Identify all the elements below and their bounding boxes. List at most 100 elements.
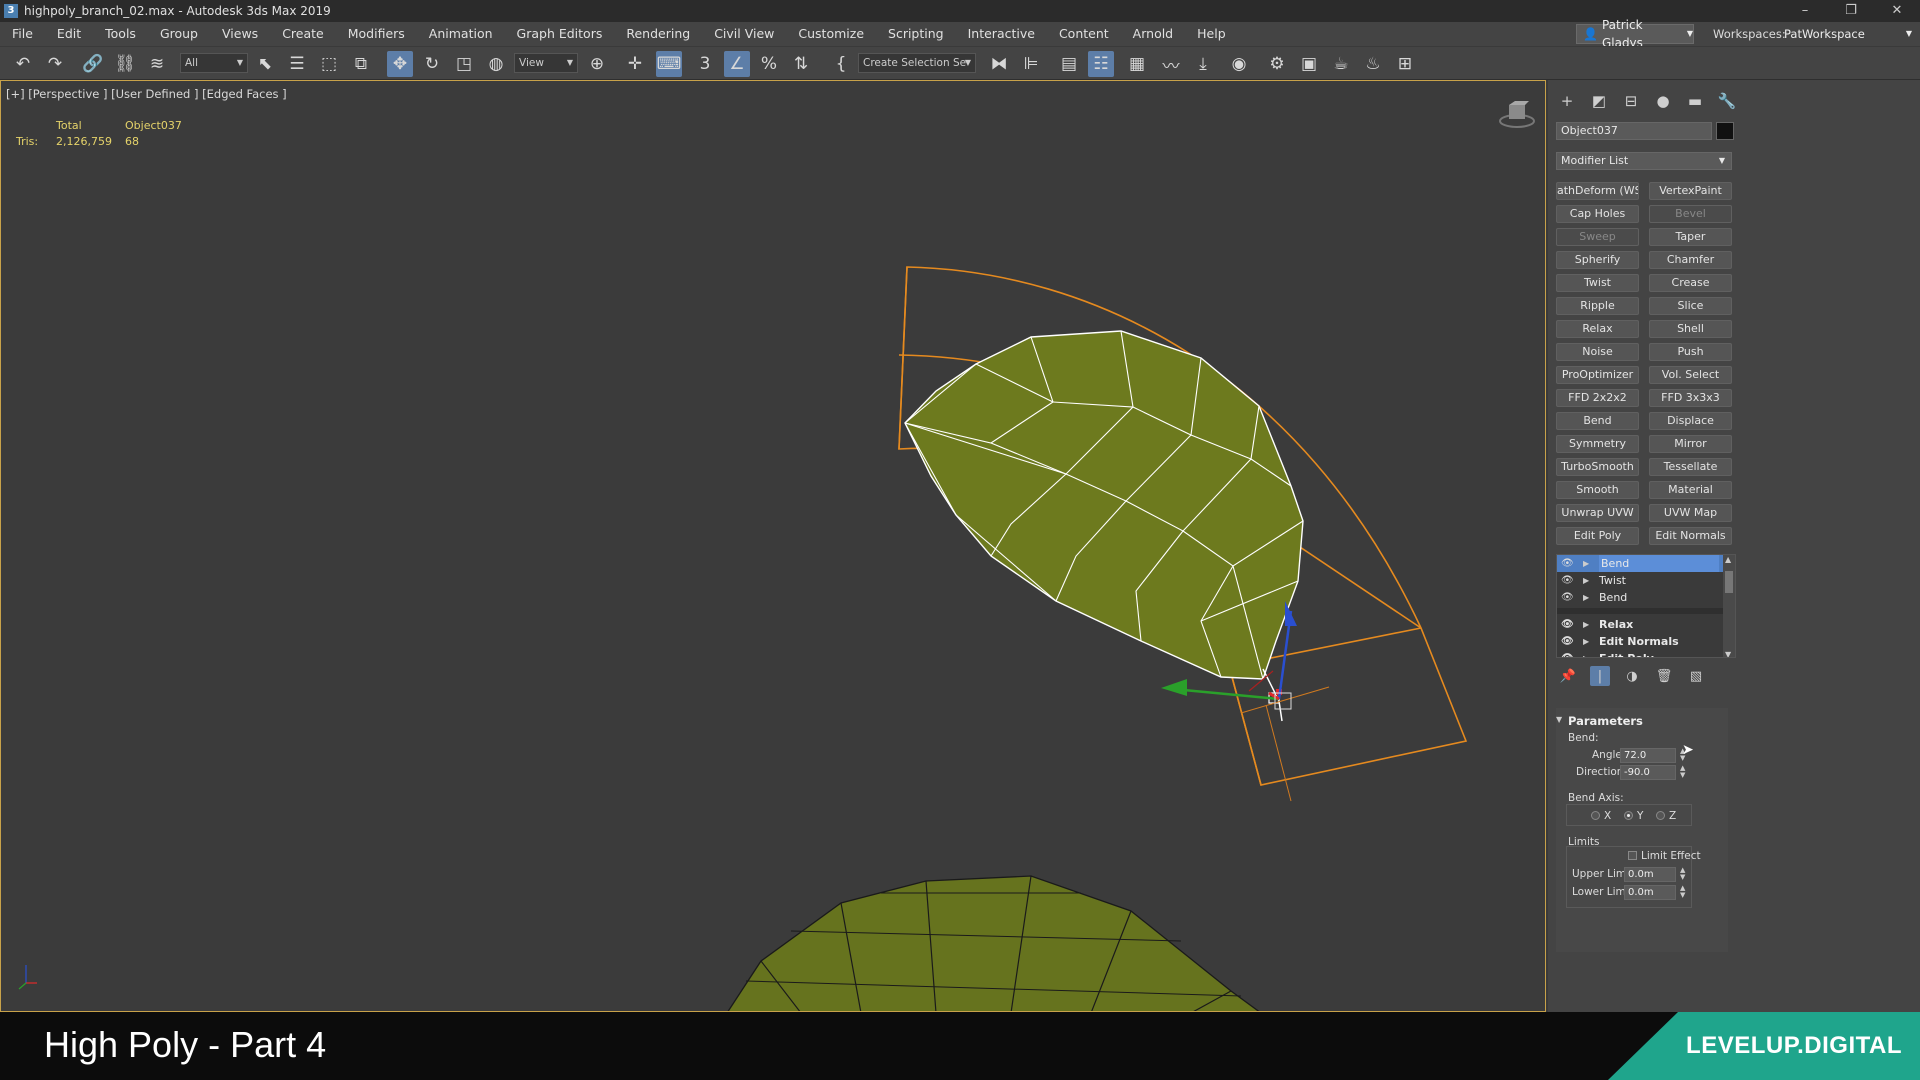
modifier-stack-item[interactable]: 👁 ▶ Twist [1557, 572, 1735, 589]
modifier-button-sweep[interactable]: Sweep [1556, 228, 1639, 246]
rect-selection-region-icon[interactable]: ⬚ [316, 51, 342, 77]
menu-create[interactable]: Create [270, 22, 336, 46]
expand-arrow-icon[interactable]: ▶ [1583, 650, 1589, 657]
menu-group[interactable]: Group [148, 22, 210, 46]
object-name-field[interactable]: Object037 [1556, 122, 1712, 140]
configure-modifier-sets-icon[interactable]: ▧ [1686, 666, 1706, 686]
menu-help[interactable]: Help [1185, 22, 1238, 46]
select-scale-icon[interactable]: ◳ [451, 51, 477, 77]
modifier-button-smooth[interactable]: Smooth [1556, 481, 1639, 499]
spinner-snap-icon[interactable]: ⇅ [788, 51, 814, 77]
workspace-dropdown[interactable]: PatWorkspace ▼ [1780, 24, 1916, 44]
select-place-icon[interactable]: ◍ [483, 51, 509, 77]
close-button[interactable]: ✕ [1874, 0, 1920, 22]
modifier-button-relax[interactable]: Relax [1556, 320, 1639, 338]
lower-limit-input[interactable]: 0.0m [1624, 885, 1676, 900]
modifier-button-bevel[interactable]: Bevel [1649, 205, 1732, 223]
modifier-button-symmetry[interactable]: Symmetry [1556, 435, 1639, 453]
modifier-button-mirror[interactable]: Mirror [1649, 435, 1732, 453]
modifier-stack-item[interactable]: 👁 ▶ Relax [1557, 616, 1735, 633]
modifier-stack-item[interactable]: 👁 ▶ Edit Normals [1557, 633, 1735, 650]
unlink-icon[interactable]: ⛓ [112, 51, 138, 77]
upper-limit-spinner[interactable]: ▲ ▼ [1680, 867, 1685, 881]
modifier-button-prooptimizer[interactable]: ProOptimizer [1556, 366, 1639, 384]
render-iterative-icon[interactable]: ♨ [1360, 51, 1386, 77]
parameters-title[interactable]: Parameters [1568, 714, 1643, 728]
upper-limit-input[interactable]: 0.0m [1624, 867, 1676, 882]
curve-editor-icon[interactable]: 〰 [1158, 51, 1184, 77]
percent-snap-icon[interactable]: % [756, 51, 782, 77]
scrollbar-thumb[interactable] [1725, 571, 1733, 593]
limit-effect-checkbox[interactable] [1628, 851, 1637, 860]
expand-arrow-icon[interactable]: ▶ [1583, 572, 1589, 589]
modifier-button-bend[interactable]: Bend [1556, 412, 1639, 430]
scroll-up-icon[interactable]: ▲ [1725, 555, 1731, 564]
schematic-view-icon[interactable]: ⤓ [1190, 51, 1216, 77]
menu-arnold[interactable]: Arnold [1121, 22, 1185, 46]
menu-edit[interactable]: Edit [45, 22, 93, 46]
select-move-icon[interactable]: ✥ [387, 51, 413, 77]
modifier-button-tessellate[interactable]: Tessellate [1649, 458, 1732, 476]
menu-customize[interactable]: Customize [786, 22, 876, 46]
angle-snap-icon[interactable]: ∠ [724, 51, 750, 77]
bind-space-warp-icon[interactable]: ≋ [144, 51, 170, 77]
window-crossing-icon[interactable]: ⧉ [348, 51, 374, 77]
modifier-button-spherify[interactable]: Spherify [1556, 251, 1639, 269]
modifier-button-ripple[interactable]: Ripple [1556, 297, 1639, 315]
reference-coordinate-dropdown[interactable]: View ▼ [514, 53, 578, 73]
named-selection-sets-dropdown[interactable]: Create Selection Se ▼ [858, 53, 976, 73]
pin-stack-icon[interactable]: 📌 [1558, 666, 1578, 686]
modifier-stack-scrollbar[interactable]: ▲ ▼ [1723, 555, 1735, 657]
modify-tab-icon[interactable]: ◩ [1588, 90, 1610, 112]
rollout-collapse-icon[interactable]: ▼ [1556, 715, 1562, 724]
eye-icon[interactable]: 👁 [1561, 589, 1574, 606]
expand-arrow-icon[interactable]: ▶ [1583, 616, 1589, 633]
display-tab-icon[interactable]: ▬ [1684, 90, 1706, 112]
modifier-stack[interactable]: 👁 ▶ Bend 👁 ▶ Twist 👁 ▶ Bend 👁 ▶ Relax 👁 ▶ Edit Normals… [1556, 554, 1736, 658]
modifier-button-crease[interactable]: Crease [1649, 274, 1732, 292]
angle-input[interactable]: 72.0 [1620, 748, 1676, 763]
link-icon[interactable]: 🔗 [80, 51, 106, 77]
restore-button[interactable]: ❐ [1828, 0, 1874, 22]
select-rotate-icon[interactable]: ↻ [419, 51, 445, 77]
perspective-viewport[interactable]: [+] [Perspective ] [User Defined ] [Edge… [0, 80, 1546, 1012]
layer-explorer-icon[interactable]: ☷ [1088, 51, 1114, 77]
modifier-button-cap-holes[interactable]: Cap Holes [1556, 205, 1639, 223]
axis-y-radio[interactable] [1624, 811, 1633, 820]
menu-file[interactable]: File [0, 22, 45, 46]
direction-spinner[interactable]: ▲ ▼ [1680, 765, 1685, 779]
modifier-button-slice[interactable]: Slice [1649, 297, 1732, 315]
modifier-button-twist[interactable]: Twist [1556, 274, 1639, 292]
modifier-button-unwrap-uvw[interactable]: Unwrap UVW [1556, 504, 1639, 522]
eye-icon[interactable]: 👁 [1561, 555, 1574, 572]
menu-tools[interactable]: Tools [93, 22, 148, 46]
menu-interactive[interactable]: Interactive [956, 22, 1047, 46]
modifier-button-edit-poly[interactable]: Edit Poly [1556, 527, 1639, 545]
menu-rendering[interactable]: Rendering [614, 22, 702, 46]
undo-icon[interactable]: ↶ [10, 51, 36, 77]
modifier-button-noise[interactable]: Noise [1556, 343, 1639, 361]
expand-arrow-icon[interactable]: ▶ [1583, 633, 1589, 650]
rendered-frame-window-icon[interactable]: ▣ [1296, 51, 1322, 77]
modifier-button-uvw-map[interactable]: UVW Map [1649, 504, 1732, 522]
snaps-toggle-icon[interactable]: 3 [692, 51, 718, 77]
render-production-icon[interactable]: ☕ [1328, 51, 1354, 77]
align-icon[interactable]: ⊫ [1018, 51, 1044, 77]
direction-input[interactable]: -90.0 [1620, 765, 1676, 780]
select-object-icon[interactable]: ⬉ [252, 51, 278, 77]
modifier-button-athdeform-wsm[interactable]: athDeform (WSM [1556, 182, 1639, 200]
modifier-button-taper[interactable]: Taper [1649, 228, 1732, 246]
eye-icon[interactable]: 👁 [1561, 633, 1574, 650]
create-tab-plus-icon[interactable]: + [1556, 90, 1578, 112]
viewcube-icon[interactable] [1497, 95, 1537, 135]
modifier-button-chamfer[interactable]: Chamfer [1649, 251, 1732, 269]
render-in-cloud-icon[interactable]: ⊞ [1392, 51, 1418, 77]
select-manipulate-icon[interactable]: ✛ [622, 51, 648, 77]
make-unique-icon[interactable]: ◑ [1622, 666, 1642, 686]
menu-scripting[interactable]: Scripting [876, 22, 956, 46]
modifier-button-ffd-2x2x2[interactable]: FFD 2x2x2 [1556, 389, 1639, 407]
modifier-stack-item[interactable]: 👁 ▶ Bend [1557, 589, 1735, 606]
modifier-button-ffd-3x3x3[interactable]: FFD 3x3x3 [1649, 389, 1732, 407]
toggle-ribbon-icon[interactable]: ▦ [1124, 51, 1150, 77]
axis-x-radio[interactable] [1591, 811, 1600, 820]
